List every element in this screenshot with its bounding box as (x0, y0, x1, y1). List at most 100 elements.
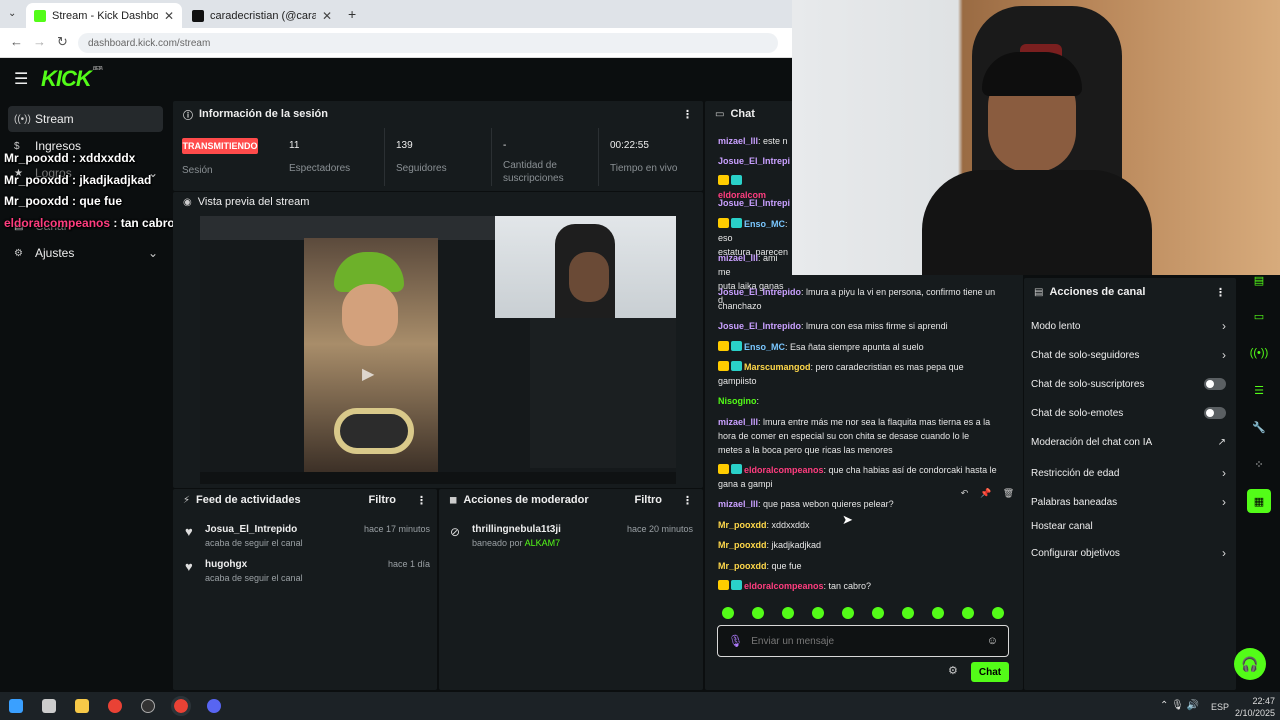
moderator-name[interactable]: ALKAM7 (525, 538, 561, 548)
overlay-chat-line: Mr_pooxdd : jkadjkadjkad (4, 173, 151, 187)
emote-icon[interactable] (842, 607, 854, 619)
delete-icon[interactable]: 🗑 (1003, 488, 1014, 502)
activity-item: ♥ hugohgx acaba de seguir el canal hace 1… (185, 559, 430, 583)
start-icon[interactable] (9, 699, 23, 713)
chrome-icon[interactable] (108, 699, 122, 713)
forward-icon[interactable]: → (33, 34, 46, 49)
channel-action-item[interactable]: Palabras baneadas › (1031, 495, 1226, 509)
tray-icons[interactable]: ⌃ 🎙 🔊 (1160, 700, 1199, 711)
reply-icon[interactable]: ↶ (961, 488, 969, 502)
more-icon[interactable]: ⋮ (682, 108, 693, 121)
channel-action-item[interactable]: Chat de solo-suscriptores (1031, 378, 1226, 390)
chat-username[interactable]: Marscumangod (744, 362, 811, 372)
channel-action-item[interactable]: Restricción de edad › (1031, 466, 1226, 480)
chat-username[interactable]: Enso_MC (744, 342, 785, 352)
stream-preview-video[interactable]: ▶ (200, 216, 676, 484)
emote-icon[interactable] (932, 607, 944, 619)
more-icon[interactable]: ⋮ (682, 494, 693, 507)
emote-icon[interactable] (962, 607, 974, 619)
close-tab-icon[interactable]: ✕ (322, 9, 332, 23)
task-view-icon[interactable] (42, 699, 56, 713)
send-chat-button[interactable]: Chat (971, 662, 1009, 682)
more-icon[interactable]: ⋮ (416, 494, 427, 507)
overlay-text: : jkadjkadjkad (68, 173, 152, 187)
filter-button[interactable]: Filtro (635, 494, 663, 506)
emote-icon[interactable] (782, 607, 794, 619)
chat-username[interactable]: Nisogino (718, 396, 757, 406)
rail-chat-icon[interactable]: ▭ (1247, 304, 1271, 328)
crown-badge-icon (718, 218, 729, 228)
clock[interactable]: 22:47 2/10/2025 (1235, 695, 1275, 719)
play-icon: ▶ (362, 366, 375, 383)
channel-action-item[interactable]: Chat de solo-seguidores › (1031, 348, 1226, 362)
subs-stat: - Cantidad de suscripciones (503, 140, 593, 185)
close-tab-icon[interactable]: ✕ (164, 9, 174, 23)
chrome-active-icon[interactable] (171, 696, 191, 716)
emote-icon[interactable] (902, 607, 914, 619)
more-icon[interactable]: ⋮ (1215, 286, 1226, 299)
language-indicator[interactable]: ESP (1211, 702, 1229, 712)
emote-icon[interactable] (812, 607, 824, 619)
sidebar-item-ajustes[interactable]: ⚙ Ajustes ⌄ (8, 240, 163, 266)
channel-action-item[interactable]: Chat de solo-emotes (1031, 407, 1226, 419)
chat-username[interactable]: Mr_pooxdd (718, 540, 767, 550)
chevron-down-icon: ⌄ (148, 246, 159, 260)
mic-icon[interactable]: 🎙 (728, 634, 743, 648)
filter-button[interactable]: Filtro (369, 494, 397, 506)
chat-username[interactable]: Enso_MC (744, 219, 785, 229)
clock-time: 22:47 (1252, 696, 1275, 706)
chat-message: Josue_El_Intrepido (718, 154, 790, 168)
tab-tiktok[interactable]: caradecristian (@caradecri ✕ (184, 3, 340, 28)
channel-action-item[interactable]: Modo lento › (1031, 319, 1226, 333)
chat-text: : lmura a piyu la vi en persona, confirm… (801, 287, 996, 297)
chat-username[interactable]: Mr_pooxdd (718, 561, 767, 571)
emote-icon[interactable] (992, 607, 1004, 619)
obs-icon[interactable] (141, 699, 155, 713)
chat-message: mizael_lll: este n (718, 134, 790, 148)
emote-icon[interactable] (752, 607, 764, 619)
emote-icon[interactable] (872, 607, 884, 619)
back-icon[interactable]: ← (10, 34, 23, 49)
rail-notes-icon[interactable]: ▤ (1247, 268, 1271, 292)
chat-username[interactable]: Josue_El_Intrepido (718, 321, 801, 331)
discord-icon[interactable] (207, 699, 221, 713)
rail-broadcast-icon[interactable]: ((•)) (1247, 341, 1271, 365)
right-rail (1238, 278, 1280, 690)
pin-icon[interactable]: 📌 (980, 488, 991, 502)
channel-action-item[interactable]: Hostear canal (1031, 521, 1226, 532)
chat-input[interactable]: 🎙 Enviar un mensaje ☺ (717, 625, 1009, 657)
toggle-switch[interactable] (1204, 378, 1226, 390)
file-explorer-icon[interactable] (75, 699, 89, 713)
kick-logo[interactable]: KICK BETA (41, 66, 103, 92)
chat-username[interactable]: mizael_lll (718, 499, 758, 509)
chat-username[interactable]: mizael_lll (718, 417, 758, 427)
tab-kick-dashboard[interactable]: Stream - Kick Dashboard ✕ (26, 3, 182, 28)
toggle-switch[interactable] (1204, 407, 1226, 419)
rail-wrench-icon[interactable]: 🔧 (1247, 415, 1271, 439)
emoji-icon[interactable]: ☺ (987, 635, 998, 647)
rail-dots-icon[interactable]: ⁘ (1247, 452, 1271, 476)
chat-username[interactable]: Mr_pooxdd (718, 520, 767, 530)
chat-username[interactable]: Josue_El_Intrepido (718, 198, 790, 208)
rail-chat-layout-icon[interactable]: ▦ (1247, 489, 1271, 513)
reload-icon[interactable]: ↻ (57, 34, 68, 50)
chat-username[interactable]: eldoralcompeanos (744, 465, 824, 475)
new-tab-button[interactable]: + (348, 6, 356, 22)
chat-message: Josue_El_Intrepido: lmura a piyu la vi e… (718, 285, 1010, 313)
chat-username[interactable]: mizael_lll (718, 136, 758, 146)
emote-icon[interactable] (722, 607, 734, 619)
chat-username[interactable]: Josue_El_Intrepido (718, 156, 790, 166)
hamburger-menu-icon[interactable]: ☰ (14, 69, 28, 89)
rail-list-icon[interactable]: ☰ (1247, 378, 1271, 402)
url-field[interactable]: dashboard.kick.com/stream (78, 33, 778, 53)
channel-action-item[interactable]: Configurar objetivos › (1031, 546, 1226, 560)
channel-action-item[interactable]: Moderación del chat con IA ↗ (1031, 437, 1226, 448)
support-headset-button[interactable]: 🎧 (1234, 648, 1266, 680)
chat-username[interactable]: Josue_El_Intrepido (718, 287, 801, 297)
tab-list-icon[interactable]: ⌄ (8, 8, 16, 19)
chat-username[interactable]: eldoralcompeanos (744, 581, 824, 591)
sidebar-item-stream[interactable]: ((•)) Stream (8, 106, 163, 132)
chat-settings-icon[interactable]: ⚙ (948, 664, 958, 677)
ban-icon: ⊘ (450, 525, 461, 539)
chat-username[interactable]: mizael_lll (718, 253, 758, 263)
